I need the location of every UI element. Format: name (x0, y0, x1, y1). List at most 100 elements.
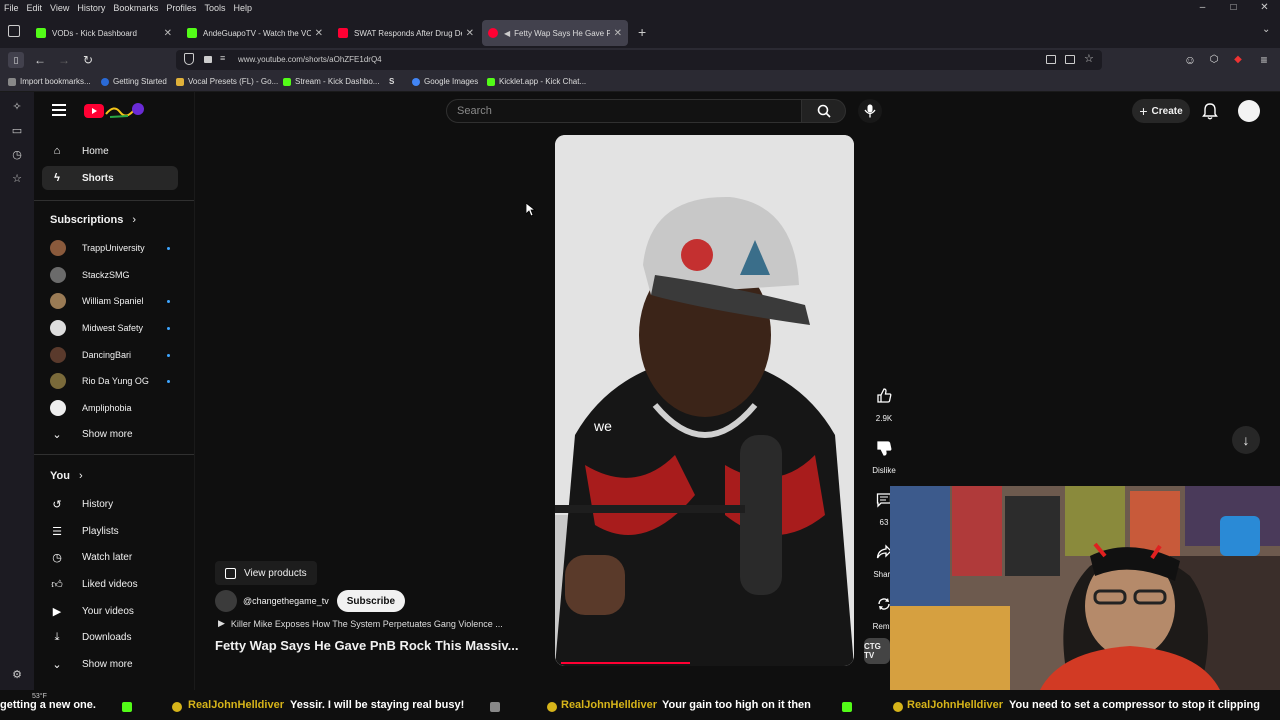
kicklet-icon (487, 77, 495, 86)
tab-andeguapo[interactable]: AndeGuapoTV - Watch the VO ✕ (181, 20, 329, 46)
subscriptions-heading[interactable]: Subscriptions › (50, 214, 136, 226)
address-bar[interactable]: ≡ www.youtube.com/shorts/aOhZFE1drQ4 ☆ (176, 50, 1102, 70)
history-icon[interactable]: ◷ (10, 148, 24, 162)
reader-view-icon[interactable] (1046, 55, 1056, 64)
like-button[interactable] (870, 382, 898, 410)
bookmark-kicklet[interactable]: Kicklet.app - Kick Chat... (487, 77, 586, 86)
channel-name[interactable]: @changethegame_tv (243, 596, 329, 606)
dislike-button[interactable] (870, 434, 898, 462)
subscription-rio-da-yung-og[interactable]: Rio Da Yung OG (42, 369, 178, 393)
ai-chat-icon[interactable]: ✧ (10, 100, 24, 114)
account-avatar[interactable] (1238, 100, 1260, 122)
guide-history[interactable]: ↺ History (42, 492, 178, 516)
menu-view[interactable]: View (46, 3, 73, 13)
dislike-action[interactable]: Dislike (864, 434, 904, 475)
close-tab-icon[interactable]: ✕ (164, 28, 172, 39)
bookmark-import[interactable]: Import bookmarks... (8, 77, 91, 86)
reload-icon[interactable]: ↻ (80, 52, 96, 68)
guide-downloads[interactable]: ⤓ Downloads (42, 625, 178, 649)
close-tab-icon[interactable]: ✕ (315, 28, 323, 39)
search-input[interactable]: Search (457, 105, 492, 117)
like-action[interactable]: 2.9K (864, 382, 904, 423)
clock-icon: ◷ (52, 551, 62, 564)
subscribe-button[interactable]: Subscribe (336, 590, 406, 612)
search-button[interactable] (802, 99, 846, 123)
menu-bookmarks[interactable]: Bookmarks (109, 3, 162, 13)
subscription-william-spaniel[interactable]: William Spaniel (42, 289, 178, 313)
short-title[interactable]: Fetty Wap Says He Gave PnB Rock This Mas… (215, 638, 518, 653)
guide-watch-later[interactable]: ◷ Watch later (42, 545, 178, 569)
you-heading[interactable]: You › (50, 470, 83, 482)
speaker-icon[interactable]: ◀ (504, 29, 510, 38)
bookmark-s[interactable]: S (389, 77, 394, 86)
menu-help[interactable]: Help (229, 3, 256, 13)
progress-bar[interactable] (561, 662, 690, 664)
menu-profiles[interactable]: Profiles (162, 3, 200, 13)
maximize-button[interactable]: □ (1218, 0, 1249, 16)
tab-fetty-wap[interactable]: ◀ Fetty Wap Says He Gave Pn ✕ (482, 20, 628, 46)
menu-file[interactable]: File (0, 3, 23, 13)
lock-icon[interactable] (204, 56, 212, 63)
hamburger-menu-icon[interactable] (52, 104, 66, 116)
search-box[interactable]: Search (446, 99, 802, 123)
bookmark-google-images[interactable]: Google Images (412, 77, 478, 86)
channel-thumbnail[interactable]: CTG TV (864, 638, 890, 664)
app-menu-icon[interactable]: ≡ (1256, 52, 1272, 68)
subscription-trappuniversity[interactable]: TrappUniversity (42, 236, 178, 260)
bookmarks-icon[interactable]: ☆ (10, 172, 24, 186)
short-video-player[interactable]: we (555, 135, 854, 666)
channel-avatar[interactable] (215, 590, 237, 612)
addon-icon[interactable]: ◆ (1230, 52, 1246, 68)
settings-gear-icon[interactable]: ⚙ (10, 668, 24, 682)
subscription-dancingbari[interactable]: DancingBari (42, 343, 178, 367)
forward-icon[interactable]: → (56, 52, 72, 68)
bookmark-star-icon[interactable]: ☆ (1084, 52, 1094, 65)
guide-liked-videos[interactable]: 👍︎ Liked videos (42, 572, 178, 596)
account-icon[interactable]: ☺ (1182, 52, 1198, 68)
synced-tabs-icon[interactable]: ▭ (10, 124, 24, 138)
menu-history[interactable]: History (73, 3, 109, 13)
minimize-button[interactable]: – (1187, 0, 1218, 16)
subscription-ampliphobia[interactable]: Ampliphobia (42, 396, 178, 420)
guide-home[interactable]: ⌂ Home (42, 139, 178, 163)
subscription-stackzsmg[interactable]: StackzSMG (42, 263, 178, 287)
close-tab-icon[interactable]: ✕ (614, 28, 622, 39)
webcam-overlay (890, 486, 1280, 690)
bookmark-getting-started[interactable]: Getting Started (101, 77, 167, 86)
menu-edit[interactable]: Edit (23, 3, 47, 13)
kick-badge-icon (122, 702, 132, 712)
menu-tools[interactable]: Tools (200, 3, 229, 13)
guide-shorts[interactable]: ϟ Shorts (42, 166, 178, 190)
guide-divider (194, 92, 195, 690)
next-short-button[interactable]: ↓ (1232, 426, 1260, 454)
create-button[interactable]: + Create (1132, 99, 1190, 123)
guide-playlists[interactable]: ☰ Playlists (42, 519, 178, 543)
youtube-logo[interactable] (84, 102, 146, 120)
close-window-button[interactable]: ✕ (1249, 0, 1280, 16)
subscriptions-show-more[interactable]: ⌄ Show more (42, 422, 178, 446)
shield-icon[interactable] (184, 53, 194, 65)
sidebar-toggle-icon[interactable]: ▯ (8, 52, 24, 68)
import-icon (8, 77, 16, 86)
new-tab-button[interactable]: + (638, 24, 646, 40)
picture-in-picture-icon[interactable] (1065, 55, 1075, 64)
tab-overview-icon[interactable] (8, 25, 20, 37)
you-show-more[interactable]: ⌄ Show more (42, 652, 178, 676)
back-icon[interactable]: ← (32, 52, 48, 68)
bookmark-kick-stream[interactable]: Stream - Kick Dashbo... (283, 77, 379, 86)
voice-search-button[interactable] (858, 99, 882, 123)
bookmark-vocal-presets[interactable]: Vocal Presets (FL) - Go... (176, 77, 278, 86)
guide-label: Downloads (82, 631, 132, 643)
tab-swat[interactable]: SWAT Responds After Drug De ✕ (332, 20, 480, 46)
permissions-icon[interactable]: ≡ (220, 53, 225, 63)
bookmark-label: Vocal Presets (FL) - Go... (188, 77, 279, 86)
suggested-video-link[interactable]: ▶ Killer Mike Exposes How The System Per… (218, 618, 503, 629)
extensions-icon[interactable]: ⬡ (1206, 52, 1222, 68)
notifications-bell-icon[interactable] (1202, 102, 1218, 120)
subscription-midwest-safety[interactable]: Midwest Safety (42, 316, 178, 340)
close-tab-icon[interactable]: ✕ (466, 28, 474, 39)
view-products-button[interactable]: View products (215, 561, 317, 585)
guide-your-videos[interactable]: ▶ Your videos (42, 599, 178, 623)
list-tabs-icon[interactable]: ⌄ (1262, 24, 1270, 35)
tab-kick-dashboard[interactable]: VODs - Kick Dashboard ✕ (30, 20, 178, 46)
